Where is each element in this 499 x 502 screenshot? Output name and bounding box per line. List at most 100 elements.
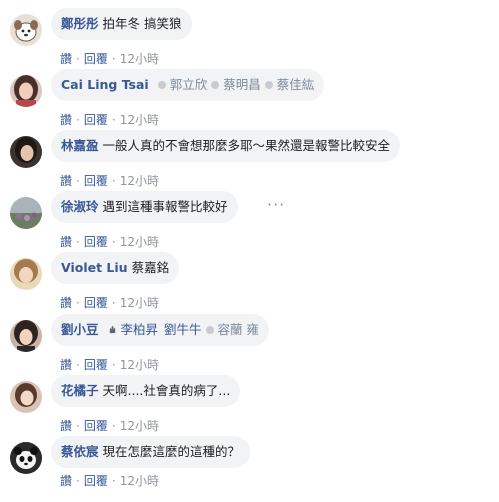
comment-actions: 讚 · 回覆 · 12小時 bbox=[60, 417, 159, 434]
separator-dot: · bbox=[76, 174, 80, 188]
comment-actions: 讚 · 回覆 · 12小時 bbox=[60, 294, 159, 311]
comment-item: 花橘子 天啊....社會真的病了... 讚 · 回覆 · 12小時 bbox=[0, 375, 499, 441]
comment-text: 遇到這種事報警比較好 bbox=[102, 199, 228, 214]
comment-text: 一般人真的不會想那麼多耶～果然還是報警比較安全 bbox=[102, 138, 391, 153]
comment-item: 鄭彤彤 拍年冬 搞笑狼 讚 · 回覆 · 12小時 bbox=[0, 8, 499, 74]
like-link[interactable]: 讚 bbox=[60, 474, 72, 488]
avatar[interactable] bbox=[10, 258, 42, 290]
like-link[interactable]: 讚 bbox=[60, 419, 72, 433]
avatar[interactable] bbox=[10, 442, 42, 474]
hand-icon bbox=[109, 325, 115, 334]
like-link[interactable]: 讚 bbox=[60, 296, 72, 310]
tagged-friend[interactable]: 郭立欣 bbox=[170, 77, 208, 92]
tag-separator-icon bbox=[211, 80, 220, 89]
separator-dot: · bbox=[111, 52, 116, 66]
tag-list: 郭立欣 蔡明昌 蔡佳紘 bbox=[154, 77, 315, 92]
reply-link[interactable]: 回覆 bbox=[84, 52, 108, 66]
comment-author[interactable]: Cai Ling Tsai bbox=[61, 77, 149, 92]
like-link[interactable]: 讚 bbox=[60, 358, 72, 372]
comment-time[interactable]: 12小時 bbox=[120, 52, 159, 66]
comment-author[interactable]: 林嘉盈 bbox=[61, 138, 99, 153]
avatar[interactable] bbox=[10, 75, 42, 107]
comment-text: 拍年冬 搞笑狼 bbox=[102, 16, 182, 31]
tag-separator-icon bbox=[205, 325, 214, 334]
comment-feed: 鄭彤彤 拍年冬 搞笑狼 讚 · 回覆 · 12小時 Cai Ling Tsai 郭立欣 蔡明昌… bbox=[0, 0, 499, 489]
separator-dot: · bbox=[111, 113, 116, 127]
like-link[interactable]: 讚 bbox=[60, 113, 72, 127]
tag-separator-icon bbox=[157, 80, 166, 89]
like-link[interactable]: 讚 bbox=[60, 235, 72, 249]
separator-dot: · bbox=[76, 474, 80, 488]
tag-list: 李柏昇 劉牛牛 容蘭 雍 bbox=[104, 322, 259, 337]
profile-photo-icon bbox=[10, 75, 42, 107]
comment-bubble: 林嘉盈 一般人真的不會想那麼多耶～果然還是報警比較安全 bbox=[51, 130, 401, 162]
comment-item: 劉小豆 李柏昇 劉牛牛 容蘭 雍 讚 · 回覆 · 12小時 bbox=[0, 314, 499, 380]
comment-time[interactable]: 12小時 bbox=[120, 419, 159, 433]
avatar[interactable] bbox=[10, 320, 42, 352]
comment-author[interactable]: 花橘子 bbox=[61, 383, 99, 398]
separator-dot: · bbox=[76, 235, 80, 249]
comment-actions: 讚 · 回覆 · 12小時 bbox=[60, 111, 159, 128]
profile-photo-icon bbox=[10, 258, 42, 290]
reply-link[interactable]: 回覆 bbox=[84, 419, 108, 433]
avatar[interactable] bbox=[10, 136, 42, 168]
tagged-friend[interactable]: 蔡佳紘 bbox=[277, 77, 315, 92]
comment-item: 林嘉盈 一般人真的不會想那麼多耶～果然還是報警比較安全 讚 · 回覆 · 12小時 bbox=[0, 130, 499, 196]
comment-bubble: Violet Liu 蔡嘉銘 bbox=[51, 252, 180, 284]
comment-author[interactable]: 蔡依宸 bbox=[61, 444, 99, 459]
profile-photo-icon bbox=[10, 136, 42, 168]
avatar[interactable] bbox=[10, 197, 42, 229]
reply-link[interactable]: 回覆 bbox=[84, 474, 108, 488]
separator-dot: · bbox=[111, 419, 116, 433]
like-link[interactable]: 讚 bbox=[60, 52, 72, 66]
tagged-friend[interactable]: 李柏昇 bbox=[121, 322, 159, 337]
comment-time[interactable]: 12小時 bbox=[120, 113, 159, 127]
profile-photo-icon bbox=[10, 320, 42, 352]
comment-bubble: Cai Ling Tsai 郭立欣 蔡明昌 蔡佳紘 bbox=[51, 69, 325, 101]
separator-dot: · bbox=[76, 296, 80, 310]
comment-actions: 讚 · 回覆 · 12小時 bbox=[60, 172, 159, 189]
more-options-icon[interactable]: ··· bbox=[267, 195, 285, 214]
comment-bubble: 花橘子 天啊....社會真的病了... bbox=[51, 375, 241, 407]
separator-dot: · bbox=[111, 174, 116, 188]
separator-dot: · bbox=[111, 474, 116, 488]
comment-time[interactable]: 12小時 bbox=[120, 296, 159, 310]
dog-avatar-icon bbox=[10, 14, 42, 46]
separator-dot: · bbox=[111, 235, 116, 249]
reply-link[interactable]: 回覆 bbox=[84, 296, 108, 310]
reply-link[interactable]: 回覆 bbox=[84, 235, 108, 249]
comment-author[interactable]: 徐淑玲 bbox=[61, 199, 99, 214]
reply-link[interactable]: 回覆 bbox=[84, 358, 108, 372]
separator-dot: · bbox=[76, 358, 80, 372]
comment-item: 蔡依宸 現在怎麼這麼的這種的？ 讚 · 回覆 · 12小時 bbox=[0, 436, 499, 502]
comment-bubble: 徐淑玲 遇到這種事報警比較好 bbox=[51, 191, 238, 223]
comment-bubble: 蔡依宸 現在怎麼這麼的這種的？ bbox=[51, 436, 251, 468]
comment-bubble: 劉小豆 李柏昇 劉牛牛 容蘭 雍 bbox=[51, 314, 270, 346]
avatar[interactable] bbox=[10, 14, 42, 46]
comment-actions: 讚 · 回覆 · 12小時 bbox=[60, 233, 159, 250]
separator-dot: · bbox=[76, 113, 80, 127]
comment-actions: 讚 · 回覆 · 12小時 bbox=[60, 50, 159, 67]
like-link[interactable]: 讚 bbox=[60, 174, 72, 188]
tagged-friend[interactable]: 劉牛牛 bbox=[164, 322, 202, 337]
comment-text: 蔡嘉銘 bbox=[131, 260, 170, 275]
comment-time[interactable]: 12小時 bbox=[120, 174, 159, 188]
profile-photo-icon bbox=[10, 381, 42, 413]
reply-link[interactable]: 回覆 bbox=[84, 174, 108, 188]
tagged-friend[interactable]: 蔡明昌 bbox=[223, 77, 261, 92]
comment-text: 天啊....社會真的病了... bbox=[102, 383, 231, 398]
comment-time[interactable]: 12小時 bbox=[120, 235, 159, 249]
comment-author[interactable]: Violet Liu bbox=[61, 260, 128, 275]
comment-actions: 讚 · 回覆 · 12小時 bbox=[60, 472, 159, 489]
reply-link[interactable]: 回覆 bbox=[84, 113, 108, 127]
separator-dot: · bbox=[111, 296, 116, 310]
tag-separator-icon bbox=[264, 80, 273, 89]
tagged-friend[interactable]: 容蘭 雍 bbox=[218, 322, 259, 337]
comment-item: 徐淑玲 遇到這種事報警比較好 ··· 讚 · 回覆 · 12小時 bbox=[0, 191, 499, 257]
avatar[interactable] bbox=[10, 381, 42, 413]
comment-time[interactable]: 12小時 bbox=[120, 358, 159, 372]
comment-author[interactable]: 劉小豆 bbox=[61, 322, 99, 337]
comment-actions: 讚 · 回覆 · 12小時 bbox=[60, 356, 159, 373]
comment-time[interactable]: 12小時 bbox=[120, 474, 159, 488]
comment-author[interactable]: 鄭彤彤 bbox=[61, 16, 99, 31]
